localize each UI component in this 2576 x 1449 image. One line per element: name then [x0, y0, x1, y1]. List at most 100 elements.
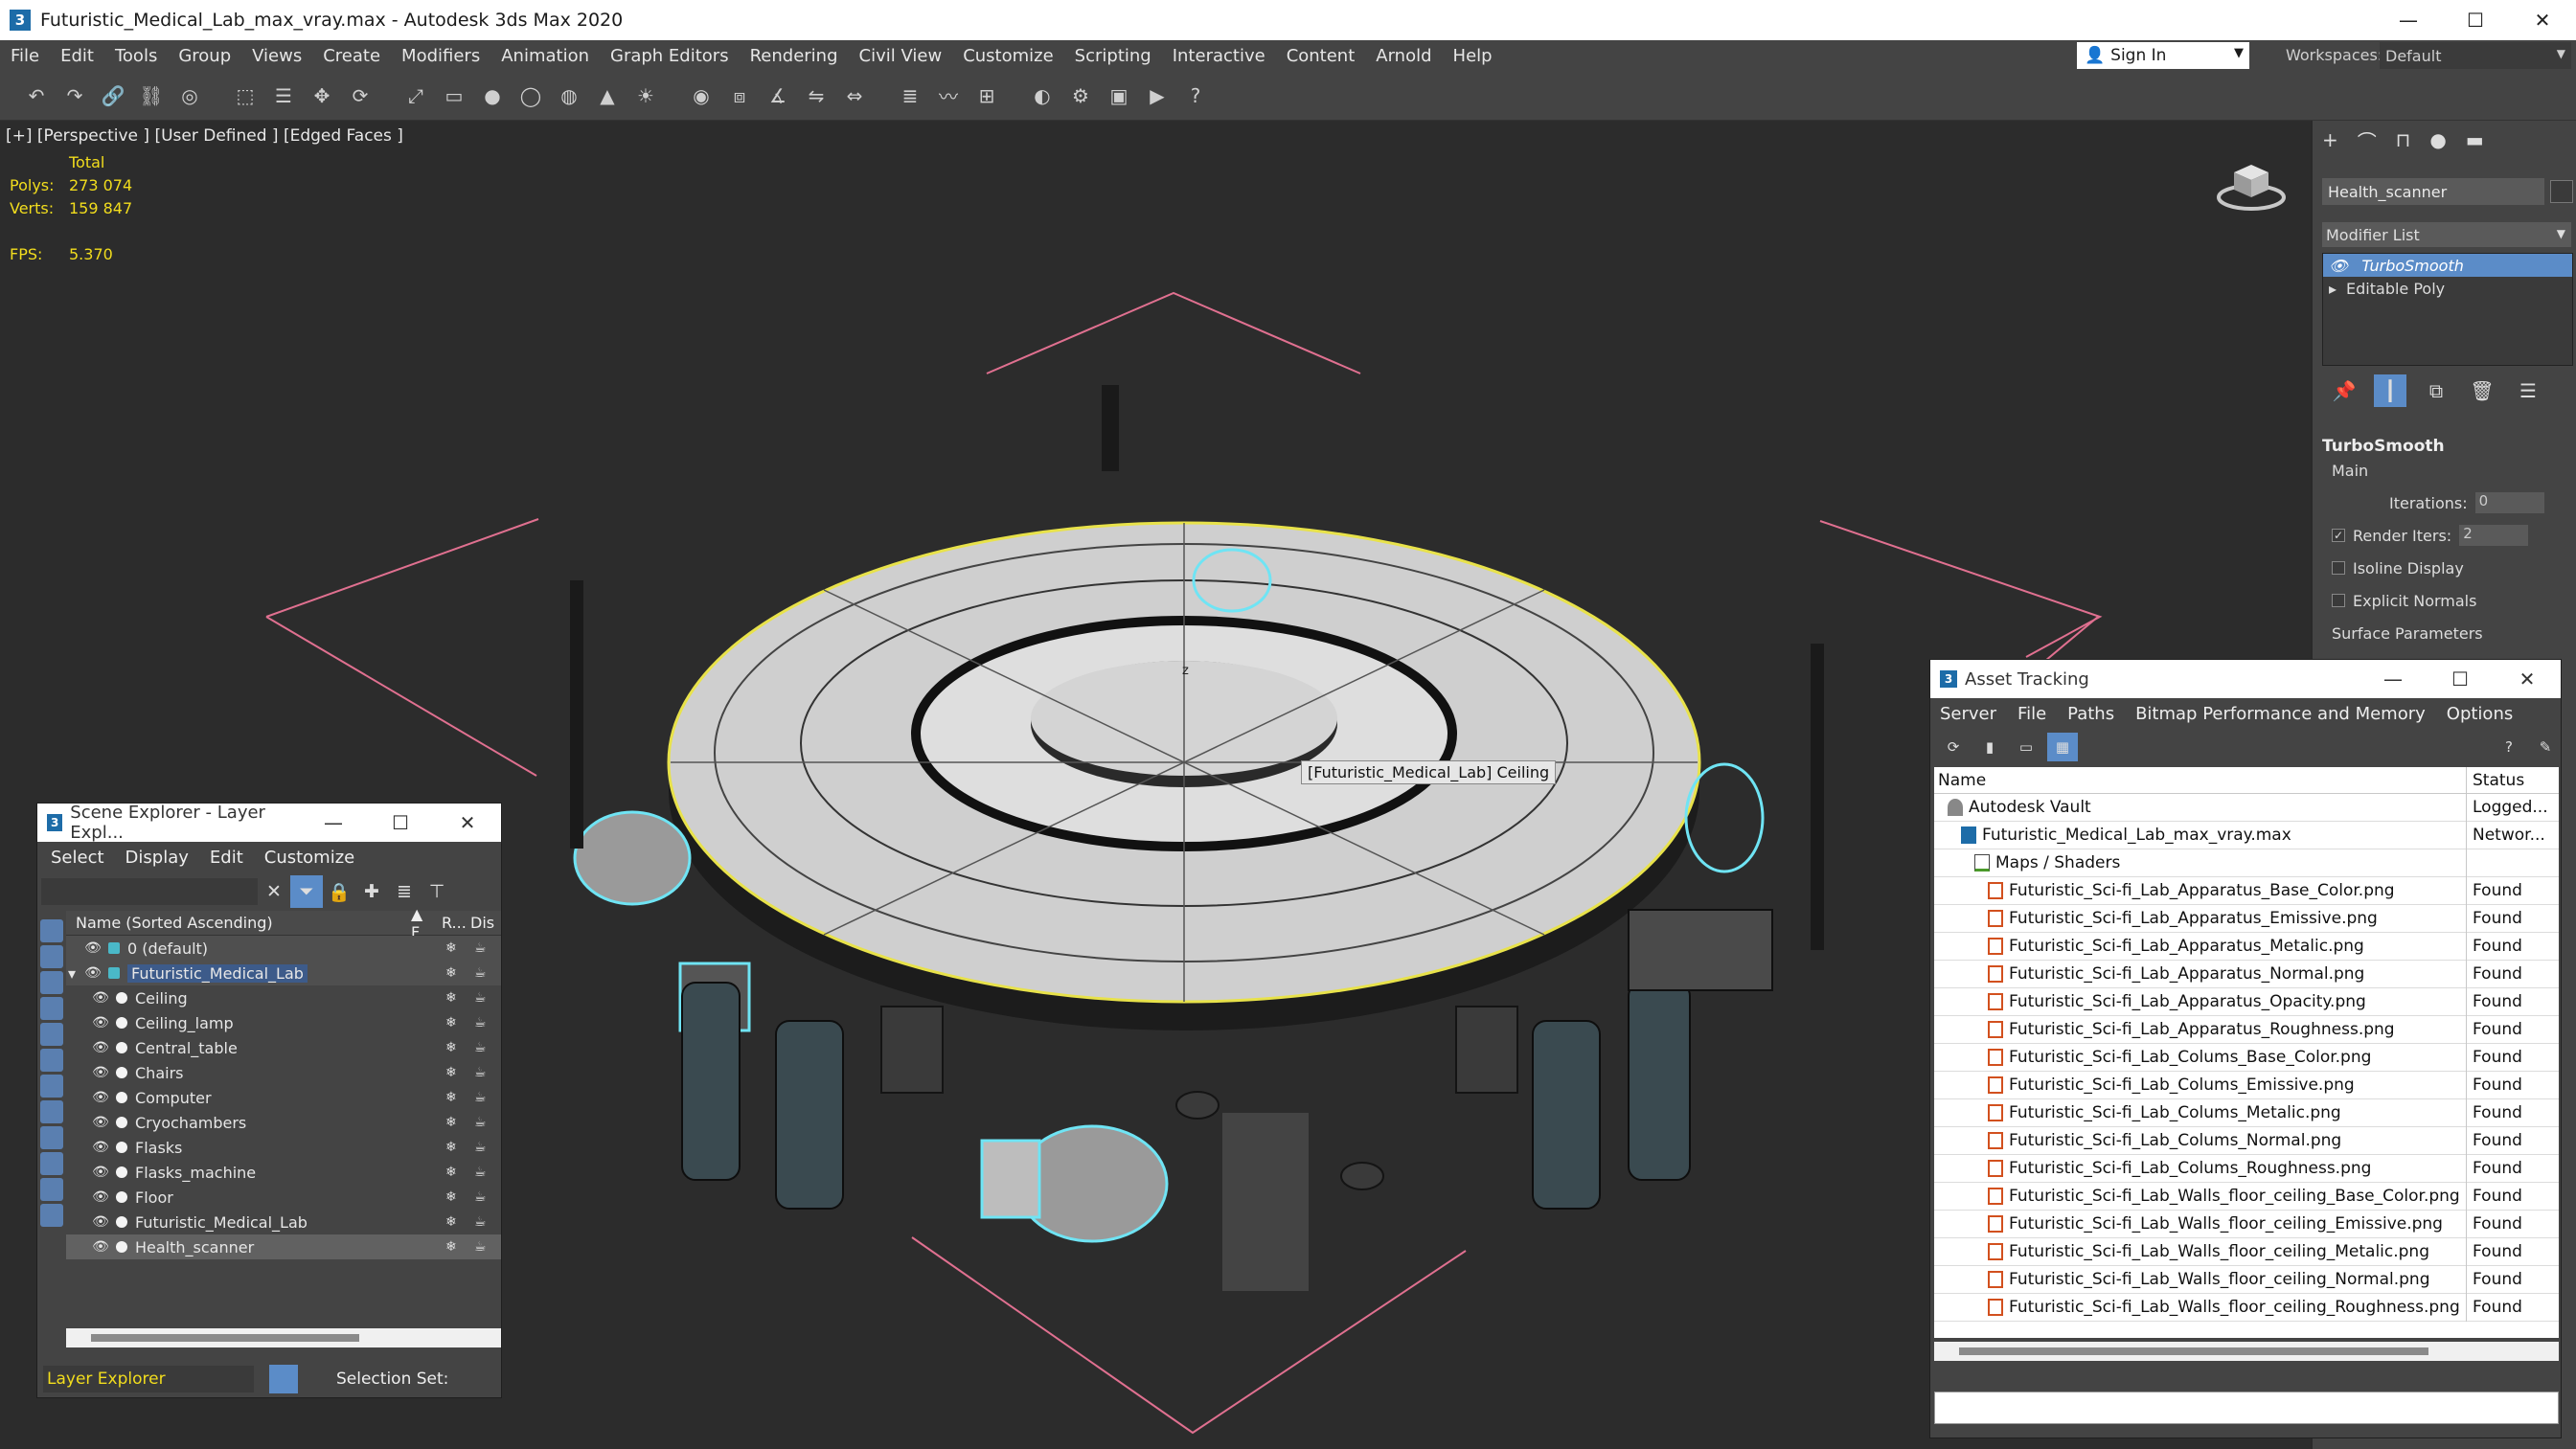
- asset-row[interactable]: Futuristic_Sci-fi_Lab_Apparatus_Emissive…: [1934, 904, 2559, 933]
- col-status[interactable]: Status: [2467, 767, 2524, 793]
- filter-groups-icon[interactable]: [40, 1075, 63, 1098]
- filter-frozen-icon[interactable]: [40, 1178, 63, 1201]
- filter-icon[interactable]: ⏷: [290, 875, 323, 908]
- asset-row[interactable]: Futuristic_Sci-fi_Lab_Apparatus_Normal.p…: [1934, 960, 2559, 988]
- renderable-toggle-icon[interactable]: ☕: [474, 1015, 487, 1030]
- undo-icon[interactable]: ↶: [17, 77, 56, 115]
- asset-row[interactable]: Futuristic_Medical_Lab_max_vray.max Netwo…: [1934, 821, 2559, 849]
- se-search-input[interactable]: [41, 878, 258, 905]
- se-menu-select[interactable]: Select: [51, 848, 104, 868]
- menu-create[interactable]: Create: [312, 46, 391, 66]
- asset-row[interactable]: Futuristic_Sci-fi_Lab_Colums_Metalic.png…: [1934, 1098, 2559, 1127]
- renderable-toggle-icon[interactable]: ☕: [474, 1140, 487, 1155]
- link-icon[interactable]: 🔗: [94, 77, 132, 115]
- freeze-toggle-icon[interactable]: ❄: [445, 1065, 457, 1080]
- se-menu-edit[interactable]: Edit: [210, 848, 243, 868]
- layers-mode-icon[interactable]: [269, 1365, 298, 1393]
- remove-modifier-icon[interactable]: 🗑: [2466, 374, 2498, 407]
- visibility-eye-icon[interactable]: 👁: [91, 1015, 110, 1030]
- at-menu-bitmap[interactable]: Bitmap Performance and Memory: [2135, 704, 2426, 724]
- scale-icon[interactable]: ⤢: [397, 77, 435, 115]
- asset-row[interactable]: Futuristic_Sci-fi_Lab_Apparatus_Roughnes…: [1934, 1015, 2559, 1044]
- lock-icon[interactable]: 🔒: [323, 875, 355, 908]
- refresh-icon[interactable]: ⟳: [1938, 733, 1969, 761]
- layer-row[interactable]: ▾ 👁 Futuristic_Medical_Lab ❄ ☕: [66, 961, 501, 985]
- menu-edit[interactable]: Edit: [50, 46, 104, 66]
- layer-icon[interactable]: ≣: [891, 77, 929, 115]
- object-row[interactable]: 👁 Ceiling_lamp ❄ ☕: [66, 1010, 501, 1035]
- render-icon[interactable]: ▶: [1138, 77, 1176, 115]
- configure-sets-icon[interactable]: ☰: [2512, 374, 2544, 407]
- renderable-toggle-icon[interactable]: ☕: [474, 990, 487, 1006]
- explicit-normals-checkbox[interactable]: [2332, 594, 2345, 607]
- eye-icon[interactable]: 👁: [2329, 257, 2348, 275]
- asset-row[interactable]: Futuristic_Sci-fi_Lab_Colums_Emissive.pn…: [1934, 1071, 2559, 1099]
- object-row[interactable]: 👁 Flasks ❄ ☕: [66, 1135, 501, 1160]
- cone-icon[interactable]: ▲: [588, 77, 627, 115]
- expand-arrow-icon[interactable]: ▸: [2329, 280, 2337, 298]
- menu-help[interactable]: Help: [1443, 46, 1503, 66]
- motion-tab-icon[interactable]: ●: [2429, 128, 2446, 151]
- maximize-button[interactable]: ☐: [2427, 668, 2494, 691]
- col-display[interactable]: Dis: [470, 914, 494, 932]
- render-iters-spinner[interactable]: 2: [2459, 525, 2529, 546]
- render-frame-icon[interactable]: ▣: [1100, 77, 1138, 115]
- asset-row[interactable]: Futuristic_Sci-fi_Lab_Walls_floor_ceilin…: [1934, 1293, 2559, 1322]
- viewcube-icon[interactable]: [2213, 155, 2290, 213]
- asset-row[interactable]: Futuristic_Sci-fi_Lab_Colums_Base_Color.…: [1934, 1043, 2559, 1072]
- asset-row[interactable]: Maps / Shaders: [1934, 849, 2559, 877]
- camera-icon[interactable]: ◉: [682, 77, 720, 115]
- cylinder-icon[interactable]: ◯: [512, 77, 550, 115]
- col-name[interactable]: Name: [1934, 767, 2467, 793]
- renderable-toggle-icon[interactable]: ☕: [474, 1214, 487, 1230]
- menu-content[interactable]: Content: [1276, 46, 1366, 66]
- renderable-toggle-icon[interactable]: ☕: [474, 1165, 487, 1180]
- menu-scripting[interactable]: Scripting: [1064, 46, 1162, 66]
- menu-group[interactable]: Group: [168, 46, 241, 66]
- clear-search-icon[interactable]: ✕: [258, 875, 290, 908]
- se-menu-customize[interactable]: Customize: [264, 848, 354, 868]
- filter-helpers-icon[interactable]: [40, 1023, 63, 1046]
- move-icon[interactable]: ✥: [303, 77, 341, 115]
- renderable-toggle-icon[interactable]: ☕: [474, 1040, 487, 1055]
- bind-icon[interactable]: ◎: [171, 77, 209, 115]
- explorer-type-select[interactable]: Layer Explorer: [43, 1366, 254, 1392]
- visibility-eye-icon[interactable]: 👁: [83, 965, 103, 981]
- renderable-toggle-icon[interactable]: ☕: [474, 1189, 487, 1205]
- maximize-button[interactable]: ☐: [367, 811, 434, 834]
- filter-containers-icon[interactable]: [40, 1152, 63, 1175]
- at-menu-paths[interactable]: Paths: [2067, 704, 2114, 724]
- maximize-button[interactable]: ☐: [2442, 0, 2509, 40]
- menu-graph-editors[interactable]: Graph Editors: [600, 46, 740, 66]
- viewport-label[interactable]: [+] [Perspective ] [User Defined ] [Edge…: [6, 126, 403, 146]
- menu-interactive[interactable]: Interactive: [1162, 46, 1276, 66]
- minimize-button[interactable]: —: [300, 811, 367, 834]
- menu-file[interactable]: File: [0, 46, 50, 66]
- align-icon[interactable]: ⇔: [835, 77, 874, 115]
- render-iters-checkbox[interactable]: ✓: [2332, 529, 2345, 542]
- asset-row[interactable]: Futuristic_Sci-fi_Lab_Colums_Roughness.p…: [1934, 1154, 2559, 1183]
- col-render[interactable]: R...: [442, 914, 470, 932]
- menu-views[interactable]: Views: [241, 46, 312, 66]
- workspace-select[interactable]: Default ▼: [2380, 42, 2571, 69]
- material-icon[interactable]: ◐: [1023, 77, 1061, 115]
- asset-row[interactable]: Futuristic_Sci-fi_Lab_Apparatus_Opacity.…: [1934, 987, 2559, 1016]
- layer-row[interactable]: 👁 0 (default) ❄ ☕: [66, 936, 501, 961]
- at-menu-server[interactable]: Server: [1940, 704, 1996, 724]
- asset-row[interactable]: Futuristic_Sci-fi_Lab_Walls_floor_ceilin…: [1934, 1182, 2559, 1211]
- menu-modifiers[interactable]: Modifiers: [391, 46, 490, 66]
- asset-row[interactable]: Futuristic_Sci-fi_Lab_Colums_Normal.png F…: [1934, 1126, 2559, 1155]
- sphere-icon[interactable]: ●: [473, 77, 512, 115]
- help-icon[interactable]: ?: [2494, 733, 2524, 761]
- render-setup-icon[interactable]: ⚙: [1061, 77, 1100, 115]
- freeze-toggle-icon[interactable]: ❄: [445, 1140, 457, 1155]
- pin-stack-icon[interactable]: 📌: [2328, 374, 2360, 407]
- freeze-toggle-icon[interactable]: ❄: [445, 1090, 457, 1105]
- freeze-toggle-icon[interactable]: ❄: [445, 1214, 457, 1230]
- object-row[interactable]: 👁 Cryochambers ❄ ☕: [66, 1110, 501, 1135]
- object-row[interactable]: 👁 Flasks_machine ❄ ☕: [66, 1160, 501, 1185]
- object-row[interactable]: 👁 Ceiling ❄ ☕: [66, 985, 501, 1010]
- highlight-icon[interactable]: ✎: [2530, 733, 2561, 761]
- select-icon[interactable]: ⬚: [226, 77, 264, 115]
- freeze-toggle-icon[interactable]: ❄: [445, 1239, 457, 1255]
